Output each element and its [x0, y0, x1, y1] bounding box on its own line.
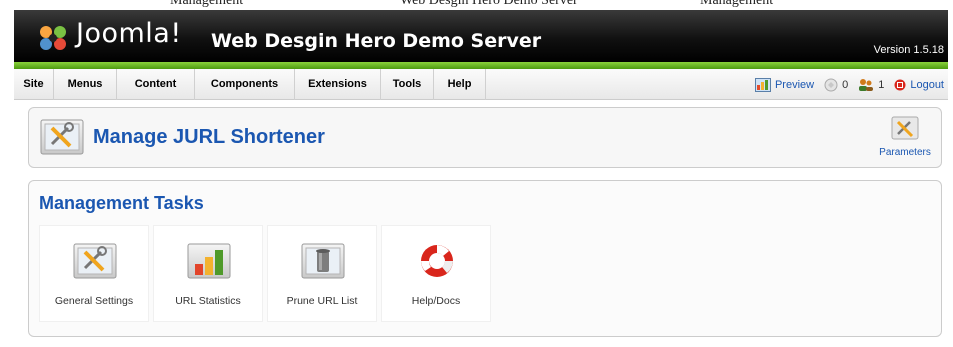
- users-count: 1: [878, 78, 885, 91]
- logout-link[interactable]: Logout: [894, 79, 944, 91]
- trash-icon: [301, 243, 345, 279]
- joomla-logo-icon: [40, 26, 66, 50]
- menu-extensions[interactable]: Extensions: [295, 69, 381, 100]
- parameters-button[interactable]: Parameters: [875, 114, 935, 158]
- management-tasks-panel: Management Tasks General Settings URL St…: [28, 180, 942, 337]
- main-menu-bar: Site Menus Content Components Extensions…: [14, 69, 948, 100]
- preview-label: Preview: [774, 78, 815, 91]
- task-general-settings[interactable]: General Settings: [39, 225, 149, 322]
- users-icon: [859, 78, 874, 91]
- header-divider: [14, 62, 948, 69]
- site-title: Web Desgin Hero Demo Server: [211, 30, 542, 52]
- section-title: Management Tasks: [39, 193, 204, 213]
- messages-status[interactable]: 0: [824, 78, 848, 92]
- version-label: Version 1.5.18: [873, 44, 944, 56]
- settings-icon: [73, 243, 117, 279]
- preview-icon: [754, 77, 771, 92]
- caption-fragment: Web Desgin Hero Demo Server: [400, 0, 578, 8]
- parameters-icon: [891, 116, 919, 140]
- task-label: Help/Docs: [411, 295, 461, 307]
- task-url-statistics[interactable]: URL Statistics: [153, 225, 263, 322]
- parameters-label: Parameters: [879, 147, 931, 158]
- menu-site[interactable]: Site: [14, 69, 54, 100]
- preview-link[interactable]: Preview: [754, 77, 815, 92]
- caption-strip: Management Web Desgin Hero Demo Server M…: [0, 0, 953, 10]
- task-help-docs[interactable]: Help/Docs: [381, 225, 491, 322]
- logo-text: Joomla!: [76, 18, 182, 49]
- task-label: General Settings: [54, 295, 134, 307]
- task-label: URL Statistics: [175, 295, 241, 307]
- users-status[interactable]: 1: [858, 78, 884, 92]
- task-prune-url-list[interactable]: Prune URL List: [267, 225, 377, 322]
- lifebuoy-icon: [421, 245, 453, 277]
- messages-count: 0: [842, 78, 849, 91]
- messages-icon: [824, 78, 838, 91]
- menu-help[interactable]: Help: [434, 69, 486, 100]
- menu-tools[interactable]: Tools: [381, 69, 434, 100]
- caption-fragment: Management: [170, 0, 244, 8]
- menu-components[interactable]: Components: [195, 69, 295, 100]
- menu-menus[interactable]: Menus: [54, 69, 117, 100]
- task-label: Prune URL List: [286, 295, 358, 307]
- logout-label: Logout: [910, 78, 944, 91]
- status-area: Preview 0 1 Logout: [754, 69, 944, 100]
- caption-fragment: Management: [700, 0, 774, 8]
- statistics-icon: [187, 243, 231, 279]
- logout-icon: [894, 79, 906, 90]
- toolbar-box: Manage JURL Shortener Parameters: [28, 107, 942, 168]
- menu-content[interactable]: Content: [117, 69, 195, 100]
- admin-header: Joomla! Web Desgin Hero Demo Server Vers…: [14, 10, 948, 62]
- page-title: Manage JURL Shortener: [93, 126, 325, 148]
- settings-icon: [40, 119, 84, 155]
